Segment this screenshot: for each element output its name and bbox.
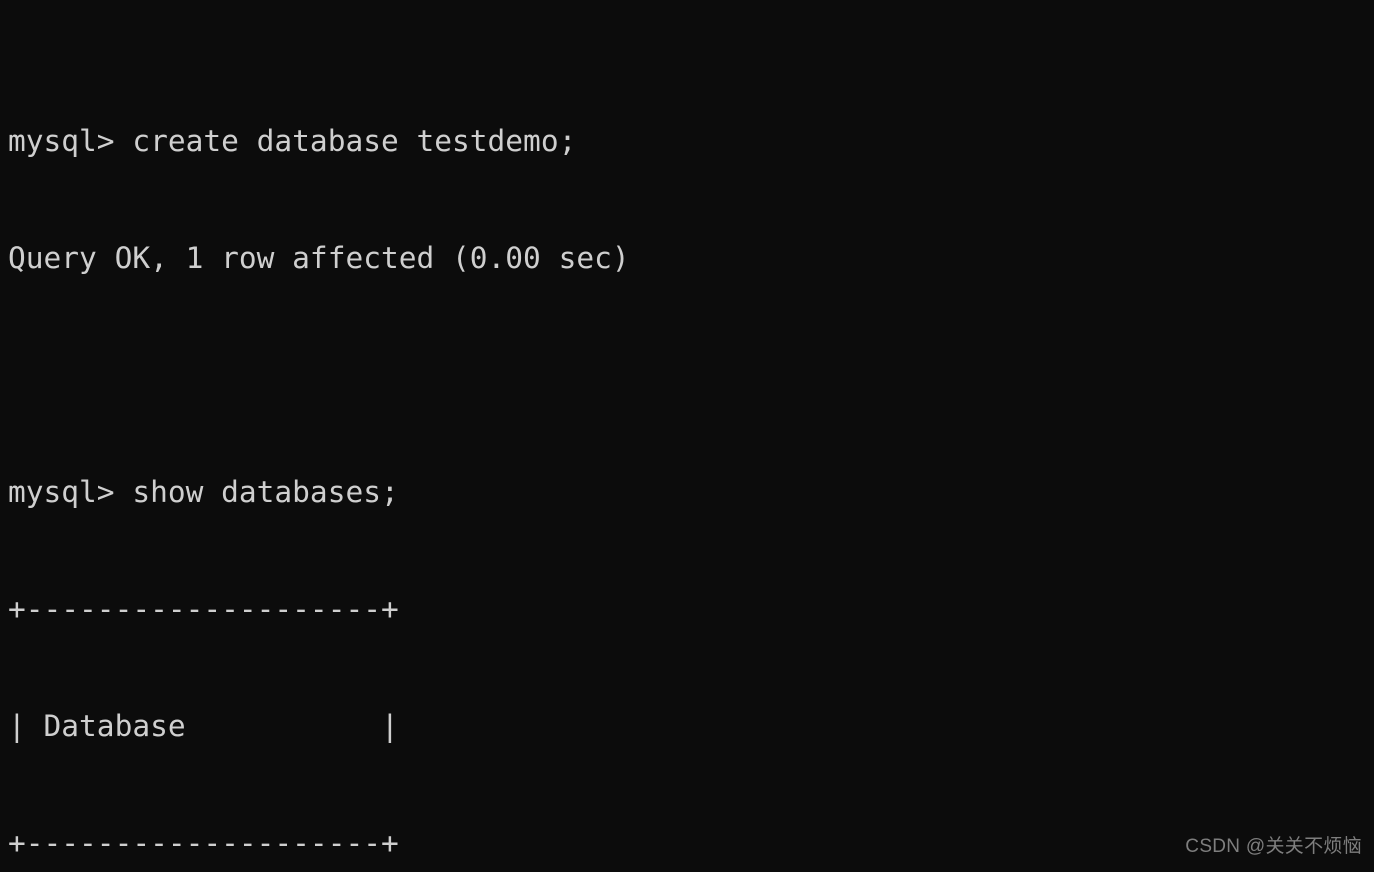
terminal-window[interactable]: mysql> create database testdemo; Query O… — [0, 0, 1374, 872]
terminal-table-border-top: +--------------------+ — [8, 592, 399, 626]
terminal-line: mysql> show databases; — [8, 475, 399, 509]
terminal-line: Query OK, 1 row affected (0.00 sec) — [8, 241, 630, 275]
terminal-table-border-mid: +--------------------+ — [8, 826, 399, 860]
terminal-screen: mysql> create database testdemo; Query O… — [8, 5, 1374, 872]
csdn-watermark: CSDN @关关不烦恼 — [1185, 836, 1362, 857]
terminal-table-header-row: | Database | — [8, 709, 399, 743]
terminal-line: mysql> create database testdemo; — [8, 124, 577, 158]
